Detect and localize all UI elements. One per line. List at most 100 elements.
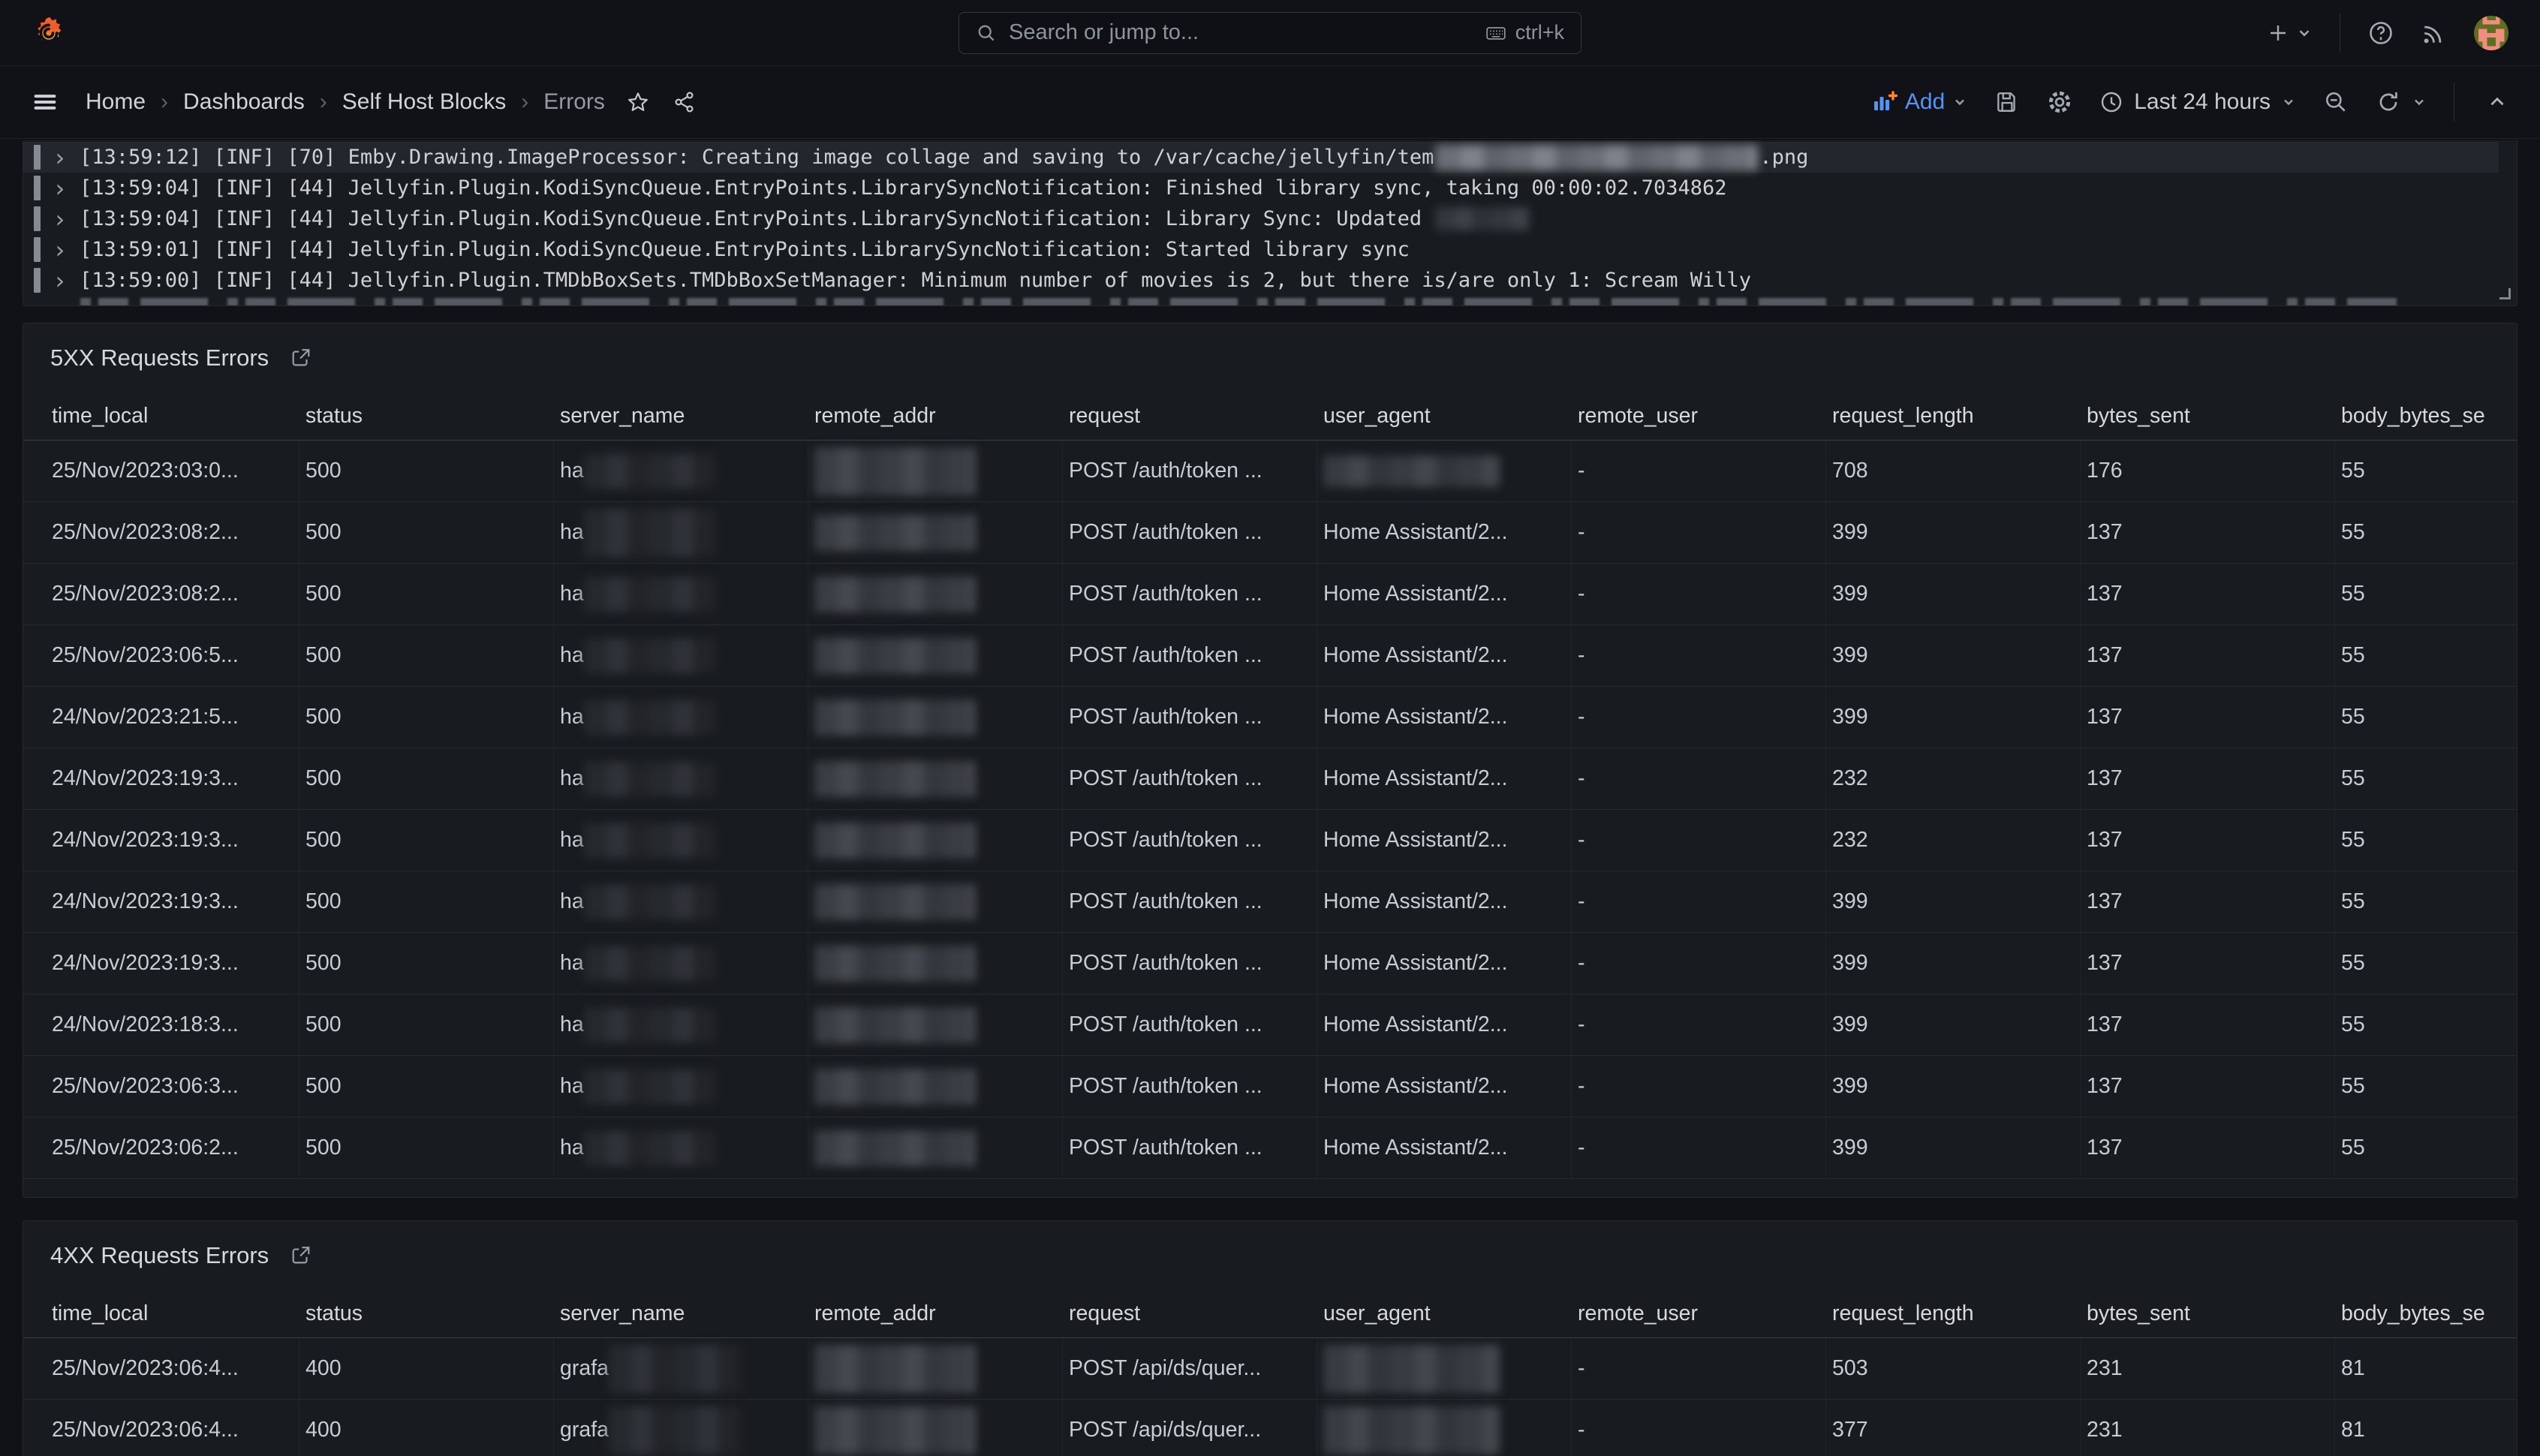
column-header-request[interactable]: request [1063,404,1317,429]
column-header-request_length[interactable]: request_length [1826,404,2081,429]
redacted-server_name [584,885,715,919]
refresh-interval-button[interactable] [2412,95,2427,110]
column-header-user_agent[interactable]: user_agent [1317,1301,1572,1326]
cell-body_bytes_se: 55 [2335,502,2517,563]
cell-request: POST /api/ds/quer... [1063,1400,1317,1456]
panel-title[interactable]: 4XX Requests Errors [50,1242,269,1269]
favorite-button[interactable] [626,90,650,114]
cell-user_agent [1317,1338,1572,1399]
expand-chevron-icon[interactable]: › [53,146,68,170]
cell-remote_user: - [1572,564,1826,624]
grafana-logo[interactable] [32,16,66,50]
search-placeholder: Search or jump to... [1009,20,1472,45]
column-header-status[interactable]: status [299,1301,554,1326]
5xx-requests-errors-panel: 5XX Requests Errors time_localstatusserv… [23,323,2517,1198]
hamburger-icon [32,89,59,116]
breadcrumb-home[interactable]: Home [86,89,146,115]
external-link-icon[interactable] [290,347,312,369]
news-button[interactable] [2421,20,2447,46]
expand-chevron-icon[interactable]: › [53,207,68,231]
zoom-out-button[interactable] [2323,89,2349,115]
new-menu-button[interactable] [2266,21,2313,45]
toolbar-right: Add Last 24 hours [1872,83,2508,122]
column-header-status[interactable]: status [299,404,554,429]
column-header-bytes_sent[interactable]: bytes_sent [2081,1301,2335,1326]
table-row: 25/Nov/2023:06:4...400grafaPOST /api/ds/… [23,1400,2517,1456]
panel-resize-handle[interactable] [2499,288,2511,299]
redacted-remote_addr [814,576,976,612]
redacted-remote_addr [814,761,976,797]
log-line[interactable]: ›[13:59:01] [INF] [44] Jellyfin.Plugin.K… [23,234,2517,265]
help-button[interactable] [2367,20,2394,47]
cell-body_bytes_se: 55 [2335,810,2517,871]
table-row: 25/Nov/2023:08:2...500haPOST /auth/token… [23,502,2517,564]
log-line[interactable]: ›[13:59:00] [INF] [44] Jellyfin.Plugin.T… [23,265,2517,296]
column-header-request_length[interactable]: request_length [1826,1301,2081,1326]
cell-remote_addr [808,1400,1063,1456]
chevron-down-icon [2281,95,2296,110]
column-header-user_agent[interactable]: user_agent [1317,404,1572,429]
save-dashboard-button[interactable] [1994,89,2020,115]
column-header-remote_addr[interactable]: remote_addr [808,1301,1063,1326]
cell-time_local: 24/Nov/2023:18:3... [23,994,299,1055]
star-icon [626,90,650,114]
log-line[interactable]: ›[13:59:04] [INF] [44] Jellyfin.Plugin.K… [23,173,2517,203]
time-range-picker[interactable]: Last 24 hours [2099,89,2296,115]
breadcrumb-self-host-blocks[interactable]: Self Host Blocks [342,89,506,115]
external-link-icon[interactable] [290,1244,312,1267]
graph-bar-icon [1872,90,1897,114]
cell-status: 500 [299,687,554,748]
cell-time_local: 24/Nov/2023:19:3... [23,933,299,994]
table-header-row: time_localstatusserver_nameremote_addrre… [23,393,2517,441]
cell-time_local: 25/Nov/2023:06:4... [23,1400,299,1456]
cell-status: 400 [299,1400,554,1456]
shortcut-hint: ctrl+k [1484,21,1564,44]
table-row: 24/Nov/2023:19:3...500haPOST /auth/token… [23,871,2517,933]
breadcrumb-dashboards[interactable]: Dashboards [183,89,305,115]
expand-chevron-icon[interactable]: › [53,269,68,293]
column-header-server_name[interactable]: server_name [554,1301,808,1326]
panel-title[interactable]: 5XX Requests Errors [50,344,269,372]
share-icon [673,90,697,114]
cell-remote_user: - [1572,933,1826,994]
expand-chevron-icon[interactable]: › [53,176,68,200]
column-header-time_local[interactable]: time_local [23,1301,299,1326]
user-avatar[interactable] [2474,16,2508,50]
log-line[interactable]: ›[13:59:12] [INF] [70] Emby.Drawing.Imag… [23,142,2517,173]
column-header-server_name[interactable]: server_name [554,404,808,429]
cell-user_agent: Home Assistant/2... [1317,871,1572,932]
cell-body_bytes_se: 55 [2335,687,2517,748]
cell-remote_user: - [1572,502,1826,563]
column-header-remote_addr[interactable]: remote_addr [808,404,1063,429]
breadcrumb-separator: › [161,89,168,115]
column-header-body_bytes_se[interactable]: body_bytes_se [2335,404,2517,429]
redacted-remote_addr [814,884,976,920]
share-button[interactable] [673,90,697,114]
menu-toggle-button[interactable] [32,89,59,116]
column-header-body_bytes_se[interactable]: body_bytes_se [2335,1301,2517,1326]
cell-time_local: 25/Nov/2023:06:2... [23,1118,299,1178]
column-header-remote_user[interactable]: remote_user [1572,1301,1826,1326]
search-input[interactable]: Search or jump to... ctrl+k [959,12,1581,54]
refresh-button[interactable] [2376,89,2401,115]
column-header-bytes_sent[interactable]: bytes_sent [2081,404,2335,429]
5xx-table: time_localstatusserver_nameremote_addrre… [23,393,2517,1179]
redacted-server_name [584,639,715,673]
cell-time_local: 25/Nov/2023:08:2... [23,502,299,563]
cell-user_agent: Home Assistant/2... [1317,687,1572,748]
log-message: [13:59:04] [INF] [44] Jellyfin.Plugin.Ko… [80,207,1529,230]
cell-request: POST /auth/token ... [1063,687,1317,748]
table-row: 24/Nov/2023:19:3...500haPOST /auth/token… [23,748,2517,810]
log-line[interactable]: › [13:59:04] [INF] [44] Jellyfin.Plugin.K… [23,203,2517,234]
dashboard-settings-button[interactable] [2047,89,2072,115]
column-header-request[interactable]: request [1063,1301,1317,1326]
column-header-time_local[interactable]: time_local [23,404,299,429]
expand-chevron-icon[interactable]: › [53,238,68,262]
cell-remote_user: - [1572,810,1826,871]
add-panel-button[interactable]: Add [1872,89,1967,115]
cell-user_agent: Home Assistant/2... [1317,625,1572,686]
cell-server_name: grafa [554,1338,808,1399]
cell-bytes_sent: 137 [2081,1118,2335,1178]
column-header-remote_user[interactable]: remote_user [1572,404,1826,429]
collapse-toolbar-button[interactable] [2486,91,2508,113]
